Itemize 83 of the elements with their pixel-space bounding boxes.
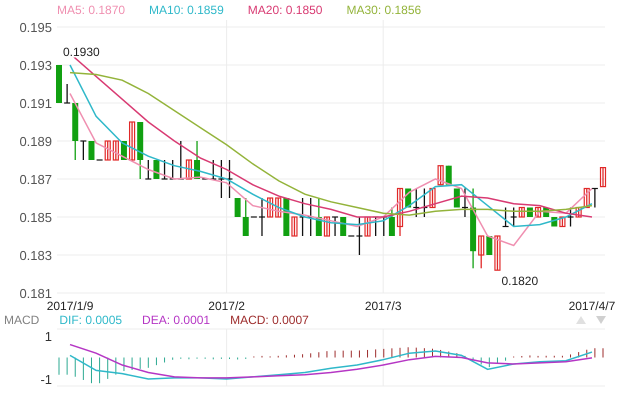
legend-label: MA5: 0.1870: [57, 3, 126, 17]
candle: [153, 160, 160, 179]
legend-label: MA30: 0.1856: [346, 3, 422, 17]
candle: [88, 141, 94, 160]
down-arrow-icon[interactable]: [596, 316, 606, 324]
candle: [218, 160, 224, 198]
candle: [518, 206, 525, 218]
candle: [534, 206, 542, 218]
candle: [186, 159, 192, 180]
candle: [429, 188, 436, 208]
candle: [234, 198, 241, 217]
candle: [592, 188, 598, 208]
candle: [258, 198, 265, 236]
date-label: 2017/2: [208, 299, 245, 312]
candle: [316, 198, 322, 236]
candle: [226, 160, 232, 198]
candle: [502, 208, 509, 228]
date-label: 2017/3: [364, 299, 402, 312]
axis-label: 1: [44, 329, 52, 344]
axis-label: 0.191: [19, 96, 52, 111]
candle: [486, 236, 492, 255]
candle: [72, 103, 78, 160]
date-label: 2017/4/7: [568, 299, 616, 312]
axis-label: 0.189: [19, 134, 52, 149]
candle: [510, 208, 517, 226]
candle: [462, 188, 468, 217]
candle: [388, 208, 395, 236]
date-label: 2017/1/9: [46, 299, 94, 312]
axis-label: 0.193: [19, 58, 52, 73]
candle: [267, 197, 274, 218]
axis-label: 0.187: [19, 172, 52, 187]
candle: [584, 188, 590, 208]
candle: [194, 141, 200, 179]
candle: [380, 216, 387, 236]
candle: [300, 198, 306, 236]
axis-label: 0.195: [19, 20, 52, 35]
candle: [372, 216, 379, 236]
axis-label: 0.185: [19, 210, 52, 225]
candle: [364, 216, 371, 237]
candle: [112, 140, 119, 161]
candle: [568, 208, 574, 226]
legend-label: MA20: 0.1850: [248, 3, 322, 17]
candle: [356, 217, 362, 255]
candle: [332, 216, 338, 236]
price-label: 0.1820: [501, 274, 538, 288]
candle: [454, 188, 460, 208]
candle: [559, 216, 566, 228]
legend-label: DEA: 0.0001: [142, 312, 210, 326]
candle: [396, 188, 404, 236]
candle: [478, 235, 484, 268]
candle: [600, 167, 606, 188]
legend-label: DIF: 0.0005: [59, 312, 122, 326]
candle: [438, 165, 444, 186]
candle: [145, 160, 152, 180]
axis-label: 0.183: [19, 248, 52, 263]
candle: [178, 141, 184, 180]
candle: [162, 160, 168, 180]
axis-label: -1: [40, 372, 52, 387]
candle: [64, 84, 70, 104]
price-label: 0.1930: [63, 45, 100, 59]
candle: [170, 160, 176, 180]
candle: [56, 65, 62, 103]
legend-label: MACD: 0.0007: [230, 312, 309, 326]
legend-label: MA10: 0.1859: [149, 3, 224, 17]
candle: [80, 140, 86, 160]
candle: [104, 140, 111, 161]
candle: [340, 217, 346, 236]
axis-label: 0.181: [19, 286, 52, 301]
indicator-label: MACD: [4, 312, 40, 326]
candle: [576, 206, 582, 218]
candle: [275, 197, 282, 218]
candle: [128, 121, 136, 161]
candle: [324, 216, 330, 237]
candle: [291, 216, 298, 237]
candle: [242, 198, 249, 236]
candle: [494, 235, 501, 271]
candle: [446, 166, 452, 185]
candle: [137, 122, 144, 179]
up-arrow-icon[interactable]: [576, 316, 586, 324]
candle: [413, 188, 420, 217]
candle: [308, 198, 314, 236]
candle: [421, 188, 428, 217]
candle: [210, 160, 216, 180]
